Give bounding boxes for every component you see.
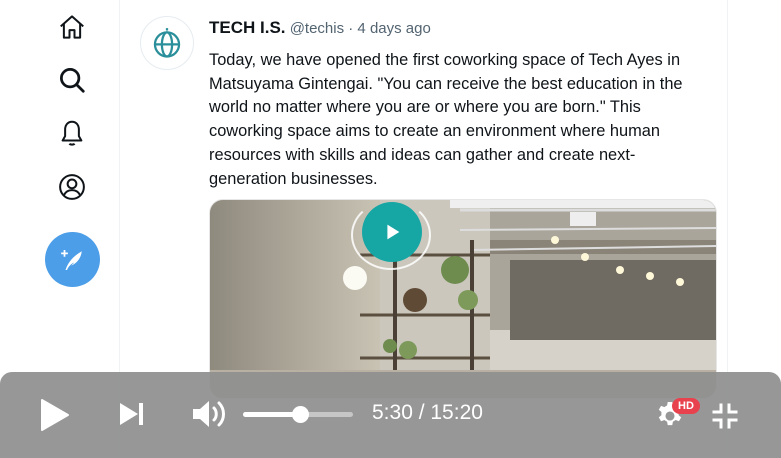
nav-search-button[interactable] [50, 58, 94, 102]
compose-tweet-button[interactable] [45, 232, 100, 287]
bell-icon [61, 120, 83, 146]
search-icon [60, 68, 85, 93]
tweet-header: TECH I.S. @techis · 4 days ago [209, 18, 431, 38]
play-icon [387, 224, 400, 240]
tweet-text: Today, we have opened the first coworkin… [209, 51, 683, 188]
user-circle-icon [59, 174, 85, 200]
exit-fullscreen-icon [712, 403, 738, 429]
video-controls-bar: 5:30 / 15:20 HD [0, 372, 781, 458]
volume-button[interactable] [189, 396, 231, 432]
globe-icon [153, 28, 181, 58]
nav-profile-button[interactable] [50, 165, 94, 209]
playback-time: 5:30 / 15:20 [372, 401, 483, 424]
nav-notifications-button[interactable] [50, 111, 94, 155]
play-button[interactable] [33, 394, 75, 436]
video-frame-image [210, 200, 716, 398]
hd-badge: HD [672, 398, 700, 414]
nav-home-button[interactable] [50, 5, 94, 49]
skip-next-icon [120, 403, 143, 425]
tweet-video[interactable] [209, 199, 717, 399]
home-icon [60, 15, 84, 39]
video-play-button[interactable] [362, 202, 422, 262]
skip-next-button[interactable] [114, 396, 150, 432]
volume-slider[interactable] [243, 406, 353, 423]
author-handle-time: @techis · 4 days ago [289, 20, 431, 37]
feather-icon [60, 249, 82, 270]
play-icon [41, 399, 69, 431]
author-name[interactable]: TECH I.S. [209, 18, 286, 37]
exit-fullscreen-button[interactable] [709, 400, 741, 432]
volume-icon [193, 401, 225, 427]
volume-slider-handle[interactable] [291, 406, 309, 423]
author-avatar[interactable] [140, 16, 194, 70]
